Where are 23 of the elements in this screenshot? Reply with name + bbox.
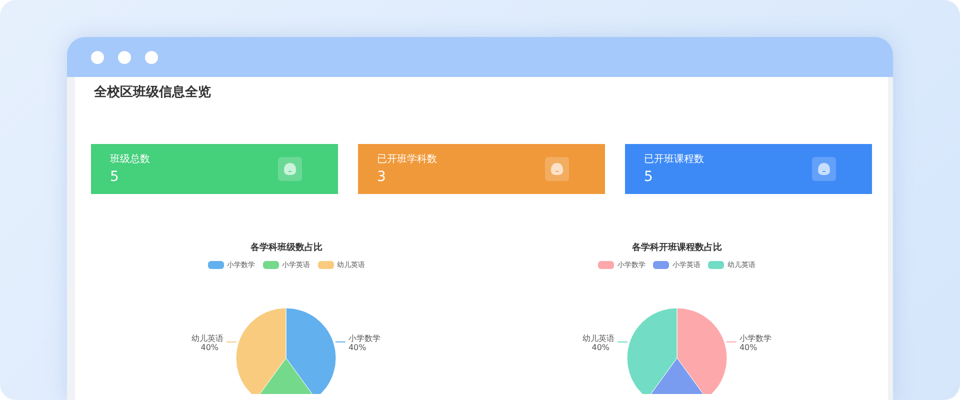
pie-label: 幼儿英语 40%: [582, 334, 614, 352]
window-dot-icon: [91, 50, 104, 64]
pie-label: 小学数学 40%: [348, 334, 381, 352]
chart-title: 各学科开班课程数占比: [632, 242, 722, 254]
leader-line: [616, 341, 628, 342]
stat-value: 3: [377, 168, 387, 186]
window-dot-icon: [118, 50, 131, 64]
stat-label: 班级总数: [110, 152, 150, 166]
stat-value: 5: [110, 168, 120, 186]
pie-label: 幼儿英语 40%: [192, 334, 224, 352]
leader-line: [726, 341, 737, 342]
window-dot-icon: [145, 50, 158, 64]
blob-icon: [278, 157, 302, 181]
blob-icon: [812, 157, 836, 181]
page-title: 全校区班级信息全览: [94, 84, 212, 102]
chart-title: 各学科班级数占比: [250, 242, 322, 254]
stat-value: 5: [644, 168, 654, 186]
pie-label: 小学数学 40%: [739, 334, 772, 352]
stat-label: 已开班课程数: [644, 152, 704, 166]
blob-icon: [545, 157, 569, 181]
leader-line: [226, 341, 238, 342]
leader-line: [335, 341, 346, 342]
stat-label: 已开班学科数: [377, 152, 437, 166]
